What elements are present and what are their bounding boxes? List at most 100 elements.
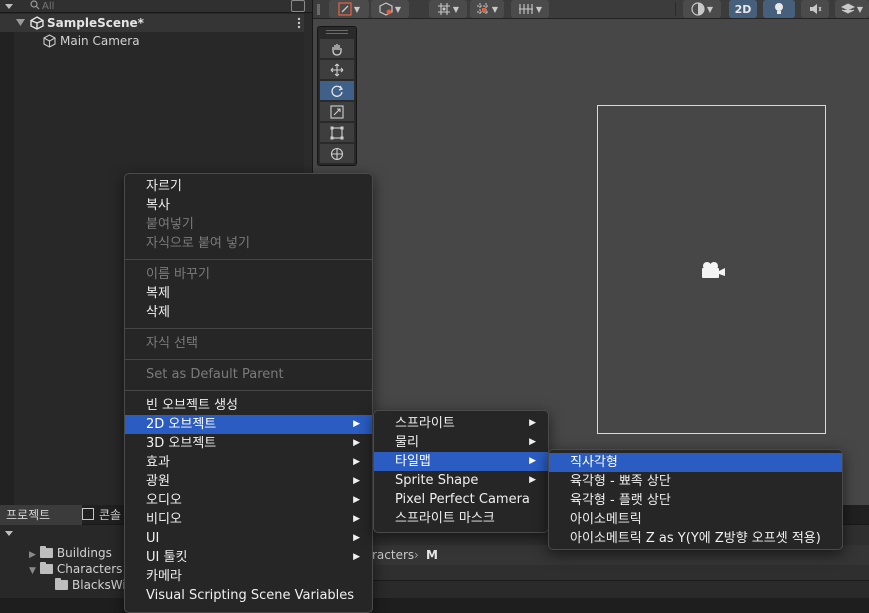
menu-item-light[interactable]: 광원 ▶	[125, 472, 372, 491]
menu-item-sprite-mask[interactable]: 스프라이트 마스크	[374, 509, 548, 528]
lighting-toggle-icon[interactable]	[763, 0, 795, 18]
menu-item-ui[interactable]: UI ▶	[125, 529, 372, 548]
menu-item-label: 효과	[146, 455, 170, 470]
submenu-arrow-icon: ▶	[353, 419, 360, 429]
menu-item-tilemap[interactable]: 타일맵 ▶	[374, 452, 548, 471]
submenu-arrow-icon: ▶	[353, 552, 360, 562]
scale-tool-icon[interactable]	[320, 102, 354, 121]
menu-item-rename[interactable]: 이름 바꾸기	[125, 265, 372, 284]
menu-separator	[125, 259, 372, 260]
hierarchy-gutter	[0, 32, 14, 505]
menu-item-camera[interactable]: 카메라	[125, 567, 372, 586]
menu-item-effects[interactable]: 효과 ▶	[125, 453, 372, 472]
scene-options-icon[interactable]	[296, 17, 302, 29]
camera-gizmo-icon[interactable]	[699, 260, 727, 280]
menu-item-cut[interactable]: 자르기	[125, 177, 372, 196]
folder-row[interactable]: BlacksWin	[55, 577, 133, 593]
menu-item-set-default-parent[interactable]: Set as Default Parent	[125, 365, 372, 384]
create-dropdown-icon[interactable]	[4, 529, 14, 539]
breadcrumb-separator-icon: ›	[414, 548, 419, 562]
search-icon	[30, 0, 40, 12]
menu-item-paste-as-child[interactable]: 자식으로 붙여 넣기	[125, 234, 372, 253]
hierarchy-search-input[interactable]	[42, 0, 282, 12]
menu-item-visual-scripting-variables[interactable]: Visual Scripting Scene Variables	[125, 586, 372, 605]
folder-label: Characters	[56, 562, 123, 576]
menu-item-2d-object[interactable]: 2D 오브젝트 ▶	[125, 415, 372, 434]
hierarchy-search-row	[0, 0, 312, 13]
menu-item-video[interactable]: 비디오 ▶	[125, 510, 372, 529]
submenu-arrow-icon: ▶	[529, 418, 536, 428]
hierarchy-dropdown-icon[interactable]	[4, 1, 14, 11]
effects-toggle-icon[interactable]: ▼	[835, 0, 869, 18]
menu-item-hexagonal-flat-top[interactable]: 육각형 - 플랫 상단	[549, 491, 842, 510]
scene-row[interactable]: SampleScene*	[0, 14, 312, 32]
context-menu: 자르기 복사 붙여넣기 자식으로 붙여 넣기 이름 바꾸기 복제 삭제 자식 선…	[124, 173, 373, 613]
toolbar-overflow-icon[interactable]	[315, 0, 323, 18]
menu-item-physics[interactable]: 물리 ▶	[374, 433, 548, 452]
toolbar-separator	[675, 2, 676, 16]
collapsed-arrow-icon[interactable]: ▶	[29, 550, 36, 560]
scene-name: SampleScene*	[47, 16, 144, 30]
menu-item-3d-object[interactable]: 3D 오브젝트 ▶	[125, 434, 372, 453]
tab-project[interactable]: 프로젝트	[0, 505, 82, 525]
menu-item-rectangular[interactable]: 직사각형	[549, 453, 842, 472]
submenu-tilemap: 직사각형 육각형 - 뾰족 상단 육각형 - 플랫 상단 아이소메트릭 아이소메…	[548, 449, 843, 550]
folder-icon	[39, 546, 53, 558]
menu-item-isometric-z-as-y[interactable]: 아이소메트릭 Z as Y(Y에 Z방향 오프셋 적용)	[549, 529, 842, 548]
menu-item-label: UI	[146, 531, 160, 546]
audio-toggle-icon[interactable]	[801, 0, 829, 18]
menu-item-pixel-perfect-camera[interactable]: Pixel Perfect Camera	[374, 490, 548, 509]
menu-item-copy[interactable]: 복사	[125, 196, 372, 215]
increment-snap-button[interactable]: ▼	[470, 0, 504, 18]
menu-item-select-children[interactable]: 자식 선택	[125, 334, 372, 353]
menu-item-sprite-shape[interactable]: Sprite Shape ▶	[374, 471, 548, 490]
submenu-arrow-icon: ▶	[353, 476, 360, 486]
hand-tool-icon[interactable]	[320, 39, 354, 58]
submenu-arrow-icon: ▶	[529, 437, 536, 447]
menu-item-label: 오디오	[146, 493, 182, 508]
move-tool-icon[interactable]	[320, 60, 354, 79]
transform-tools-panel	[317, 26, 357, 166]
transform-tool-icon[interactable]	[320, 144, 354, 163]
hierarchy-item-main-camera[interactable]: Main Camera	[0, 32, 304, 50]
gameobject-icon	[43, 34, 56, 48]
panel-grip-icon[interactable]	[326, 30, 348, 34]
breadcrumb-item[interactable]: racters	[372, 545, 414, 565]
folder-label: Buildings	[56, 546, 112, 560]
global-local-button[interactable]: ▼	[371, 0, 409, 18]
2d-mode-button[interactable]: 2D	[729, 0, 757, 18]
unity-scene-icon	[30, 16, 44, 30]
gizmo-transform-button[interactable]: ▼	[329, 0, 369, 18]
menu-item-ui-toolkit[interactable]: UI 툴킷 ▶	[125, 548, 372, 567]
menu-item-duplicate[interactable]: 복제	[125, 284, 372, 303]
folder-icon	[39, 562, 53, 574]
menu-item-audio[interactable]: 오디오 ▶	[125, 491, 372, 510]
submenu-arrow-icon: ▶	[353, 438, 360, 448]
shading-mode-button[interactable]: ▼	[683, 0, 721, 18]
expand-arrow-icon[interactable]	[16, 18, 26, 28]
menu-item-isometric[interactable]: 아이소메트릭	[549, 510, 842, 529]
folder-row[interactable]: ▼ Characters	[29, 561, 122, 577]
breadcrumb-current[interactable]: M	[426, 545, 438, 565]
expanded-arrow-icon[interactable]: ▼	[29, 566, 36, 576]
menu-item-label: 2D 오브젝트	[146, 417, 217, 432]
layers-grid-button[interactable]: ▼	[511, 0, 549, 18]
menu-item-create-empty[interactable]: 빈 오브젝트 생성	[125, 396, 372, 415]
menu-item-paste[interactable]: 붙여넣기	[125, 215, 372, 234]
menu-item-label: Sprite Shape	[395, 473, 479, 488]
menu-item-label: 타일맵	[395, 454, 431, 469]
menu-separator	[125, 328, 372, 329]
menu-item-delete[interactable]: 삭제	[125, 303, 372, 322]
submenu-2d-object: 스프라이트 ▶ 물리 ▶ 타일맵 ▶ Sprite Shape ▶ Pixel Perf…	[373, 410, 549, 533]
rect-tool-icon[interactable]	[320, 123, 354, 142]
menu-item-label: 광원	[146, 474, 170, 489]
menu-item-sprites[interactable]: 스프라이트 ▶	[374, 414, 548, 433]
menu-item-label: UI 툴킷	[146, 550, 188, 565]
search-options-icon[interactable]	[291, 0, 305, 12]
snap-grid-button[interactable]: ▼	[429, 0, 467, 18]
menu-item-label: 스프라이트	[395, 416, 455, 431]
folder-row[interactable]: ▶ Buildings	[29, 545, 112, 561]
menu-item-hexagonal-pointed-top[interactable]: 육각형 - 뾰족 상단	[549, 472, 842, 491]
menu-separator	[125, 359, 372, 360]
rotate-tool-icon[interactable]	[320, 81, 354, 100]
